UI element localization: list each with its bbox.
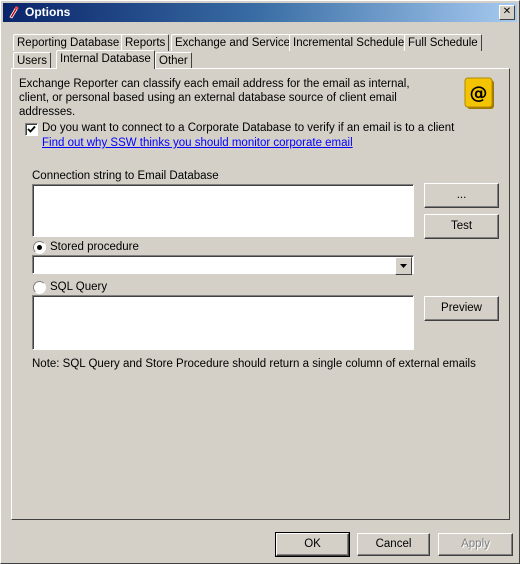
email-at-icon: @ <box>464 77 494 109</box>
description-text: Exchange Reporter can classify each emai… <box>19 78 410 118</box>
tab-reports[interactable]: Reports <box>121 34 170 51</box>
connection-string-label: Connection string to Email Database <box>32 170 219 182</box>
sql-query-radio[interactable] <box>33 281 46 294</box>
ok-button[interactable]: OK <box>275 532 350 557</box>
tab-internal-database[interactable]: Internal Database <box>56 50 155 69</box>
title-bar[interactable]: Options ✕ <box>3 3 517 22</box>
stored-procedure-radio[interactable] <box>33 241 46 254</box>
window-title: Options <box>25 5 71 19</box>
tab-exchange-and-service[interactable]: Exchange and Service <box>171 34 295 51</box>
close-button[interactable]: ✕ <box>499 5 515 20</box>
cancel-button[interactable]: Cancel <box>357 533 430 556</box>
preview-button[interactable]: Preview <box>424 296 499 321</box>
monitor-corporate-email-link[interactable]: Find out why SSW thinks you should monit… <box>42 137 353 149</box>
app-icon <box>9 6 19 19</box>
tab-incremental-schedule[interactable]: Incremental Schedule <box>289 34 409 51</box>
svg-text:@: @ <box>470 83 488 104</box>
sql-query-label: SQL Query <box>50 281 108 293</box>
radio-selected-dot <box>37 245 42 250</box>
stored-procedure-select[interactable] <box>32 255 414 275</box>
note-text: Note: SQL Query and Store Procedure shou… <box>32 358 476 370</box>
close-icon: ✕ <box>502 6 512 17</box>
checkmark-icon <box>27 125 36 133</box>
sql-query-textarea[interactable] <box>32 295 414 350</box>
tab-other[interactable]: Other <box>155 52 192 69</box>
chevron-down-icon[interactable] <box>395 257 412 275</box>
apply-button[interactable]: Apply <box>438 533 513 556</box>
stored-procedure-label: Stored procedure <box>50 241 139 253</box>
browse-button[interactable]: ... <box>424 183 499 208</box>
test-button[interactable]: Test <box>424 214 499 239</box>
connect-corporate-db-label: Do you want to connect to a Corporate Da… <box>42 122 455 134</box>
tab-users[interactable]: Users <box>13 52 52 69</box>
tab-full-schedule[interactable]: Full Schedule <box>404 34 482 51</box>
options-window: Options ✕ Reporting Database Reports Exc… <box>0 0 520 564</box>
tab-reporting-database[interactable]: Reporting Database <box>13 34 124 51</box>
connection-string-textarea[interactable] <box>32 184 414 237</box>
tab-panel-internal-database: Exchange Reporter can classify each emai… <box>11 68 510 520</box>
connect-corporate-db-checkbox[interactable] <box>25 123 38 136</box>
